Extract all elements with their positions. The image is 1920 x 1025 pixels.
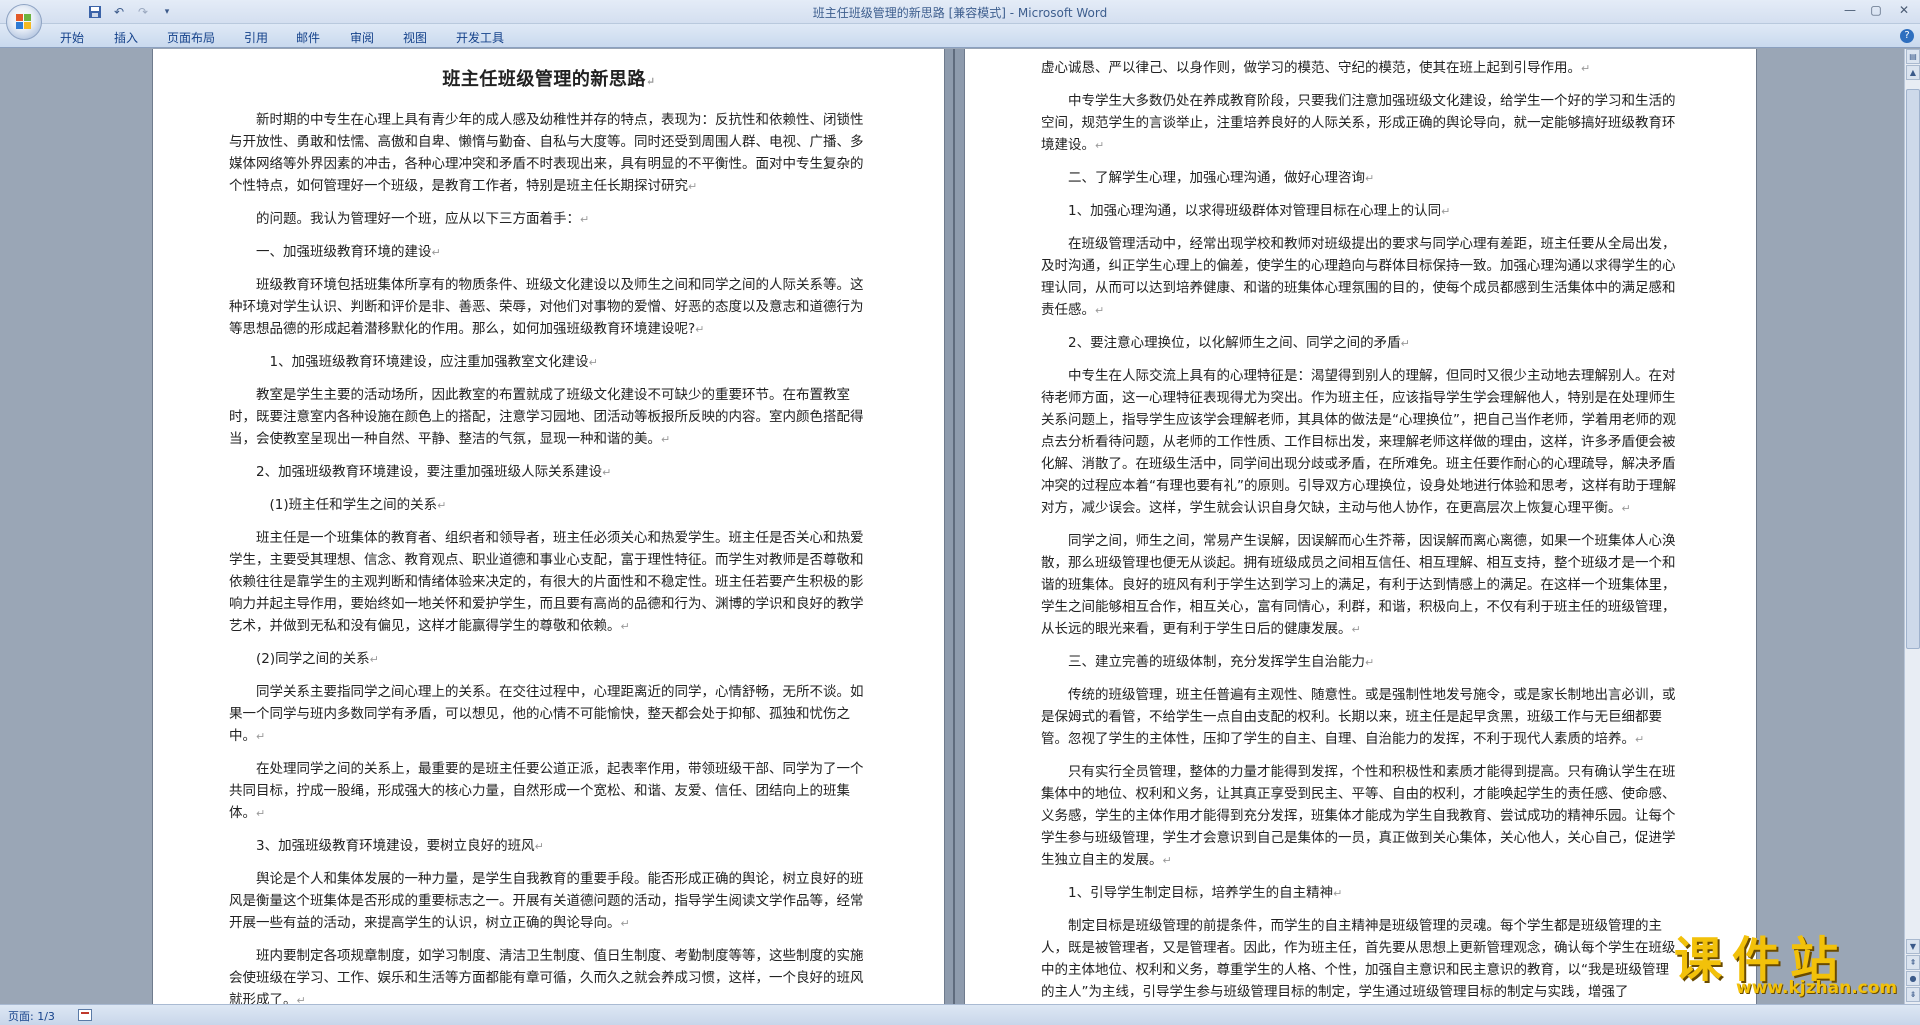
document-area: 班主任班级管理的新思路↵ 新时期的中专生在心理上具有青少年的成人感及幼稚性并存的… (0, 49, 1904, 1004)
document-title: 班主任班级管理的新思路↵ (442, 69, 656, 90)
paragraph: 中专生在人际交流上具有的心理特征是：渴望得到别人的理解，但同时又很少主动地去理解… (1041, 368, 1676, 516)
language-icon[interactable] (78, 1009, 92, 1021)
paragraph: 在处理同学之间的关系上，最重要的是班主任要公道正派，起表率作用，带领班级干部、同… (229, 761, 864, 821)
watermark-logo: 课件站 www.kjzhan.com (1660, 920, 1920, 1004)
page-2-content: 虚心诚恳、严以律己、以身作则，做学习的模范、守纪的模范，使其在班上起到引导作用。… (1041, 57, 1681, 1004)
section-heading: 三、建立完善的班级体制，充分发挥学生自治能力↵ (1068, 654, 1375, 670)
scroll-up-icon[interactable]: ▲ (1906, 65, 1920, 80)
ruler-toggle-icon[interactable]: ▤ (1906, 49, 1920, 64)
paragraph: 教室是学生主要的活动场所，因此教室的布置就成了班级文化建设不可缺少的重要环节。在… (229, 387, 864, 447)
tab-review[interactable]: 审阅 (350, 29, 374, 46)
document-page-1[interactable]: 班主任班级管理的新思路↵ 新时期的中专生在心理上具有青少年的成人感及幼稚性并存的… (152, 49, 945, 1004)
subsection-heading: 2、加强班级教育环境建设，要注重加强班级人际关系建设↵ (256, 464, 612, 480)
maximize-icon[interactable]: ▢ (1864, 0, 1888, 20)
tab-developer[interactable]: 开发工具 (456, 29, 504, 46)
close-icon[interactable]: ✕ (1892, 0, 1916, 20)
paragraph: 舆论是个人和集体发展的一种力量，是学生自我教育的重要手段。能否形成正确的舆论，树… (229, 871, 864, 931)
office-button[interactable] (6, 4, 42, 40)
tab-page-layout[interactable]: 页面布局 (167, 29, 215, 46)
subsection-heading: 2、要注意心理换位，以化解师生之间、同学之间的矛盾↵ (1068, 335, 1410, 351)
paragraph: 的问题。我认为管理好一个班，应从以下三方面着手：↵ (256, 211, 590, 227)
paragraph: 在班级管理活动中，经常出现学校和教师对班级提出的要求与同学心理有差距，班主任要从… (1041, 236, 1676, 318)
scroll-thumb[interactable] (1906, 89, 1920, 649)
minimize-icon[interactable]: — (1838, 0, 1862, 20)
watermark-url: www.kjzhan.com (1736, 978, 1898, 998)
subsection-heading: (1)班主任和学生之间的关系↵ (269, 497, 447, 513)
subsection-heading: 1、加强班级教育环境建设，应注重加强教室文化建设↵ (269, 354, 598, 370)
vertical-scrollbar[interactable]: ▤ ▲ ▼ ⇞ ● ⇟ (1904, 49, 1920, 1004)
page-indicator[interactable]: 页面: 1/3 (8, 1008, 55, 1024)
subsection-heading: 1、加强心理沟通，以求得班级群体对管理目标在心理上的认同↵ (1068, 203, 1451, 219)
status-bar: 页面: 1/3 (0, 1004, 1920, 1025)
paragraph: 班级教育环境包括班集体所享有的物质条件、班级文化建设以及师生之间和同学之间的人际… (229, 277, 864, 337)
paragraph: 中专学生大多数仍处在养成教育阶段，只要我们注意加强班级文化建设，给学生一个好的学… (1041, 93, 1676, 153)
paragraph: 同学之间，师生之间，常易产生误解，因误解而心生芥蒂，因误解而离心离德，如果一个班… (1041, 533, 1676, 637)
paragraph: 传统的班级管理，班主任普遍有主观性、随意性。或是强制性地发号施令，或是家长制地出… (1041, 687, 1676, 747)
tab-mailings[interactable]: 邮件 (296, 29, 320, 46)
window-title: 班主任班级管理的新思路 [兼容模式] - Microsoft Word (812, 6, 1108, 20)
ribbon-tabs: 开始 插入 页面布局 引用 邮件 审阅 视图 开发工具 ? (0, 24, 1920, 48)
paragraph: 班内要制定各项规章制度，如学习制度、清洁卫生制度、值日生制度、考勤制度等等，这些… (229, 948, 864, 1004)
paragraph: 同学关系主要指同学之间心理上的关系。在交往过程中，心理距离近的同学，心情舒畅，无… (229, 684, 864, 744)
document-page-2[interactable]: 虚心诚恳、严以律己、以身作则，做学习的模范、守纪的模范，使其在班上起到引导作用。… (964, 49, 1757, 1004)
subsection-heading: 3、加强班级教育环境建设，要树立良好的班风↵ (256, 838, 544, 854)
tab-view[interactable]: 视图 (403, 29, 427, 46)
page-divider (945, 49, 964, 1004)
tab-insert[interactable]: 插入 (114, 29, 138, 46)
title-bar: ↶ ↷ ▾ 班主任班级管理的新思路 [兼容模式] - Microsoft Wor… (0, 0, 1920, 40)
page-1-content: 班主任班级管理的新思路↵ 新时期的中专生在心理上具有青少年的成人感及幼稚性并存的… (229, 49, 869, 1004)
tab-home[interactable]: 开始 (60, 29, 84, 46)
help-icon[interactable]: ? (1900, 29, 1914, 43)
paragraph: 新时期的中专生在心理上具有青少年的成人感及幼稚性并存的特点，表现为：反抗性和依赖… (229, 112, 864, 194)
paragraph: 班主任是一个班集体的教育者、组织者和领导者，班主任必须关心和热爱学生。班主任是否… (229, 530, 864, 634)
section-heading: 二、了解学生心理，加强心理沟通，做好心理咨询↵ (1068, 170, 1375, 186)
tab-references[interactable]: 引用 (244, 29, 268, 46)
paragraph: 虚心诚恳、严以律己、以身作则，做学习的模范、守纪的模范，使其在班上起到引导作用。… (1041, 60, 1591, 76)
section-heading: 一、加强班级教育环境的建设↵ (256, 244, 441, 260)
subsection-heading: 1、引导学生制定目标，培养学生的自主精神↵ (1068, 885, 1343, 901)
paragraph: 只有实行全员管理，整体的力量才能得到发挥，个性和积极性和素质才能得到提高。只有确… (1041, 764, 1676, 868)
office-logo-icon (16, 14, 32, 30)
paragraph: 制定目标是班级管理的前提条件，而学生的自主精神是班级管理的灵魂。每个学生都是班级… (1041, 918, 1676, 1000)
subsection-heading: (2)同学之间的关系↵ (256, 651, 379, 667)
